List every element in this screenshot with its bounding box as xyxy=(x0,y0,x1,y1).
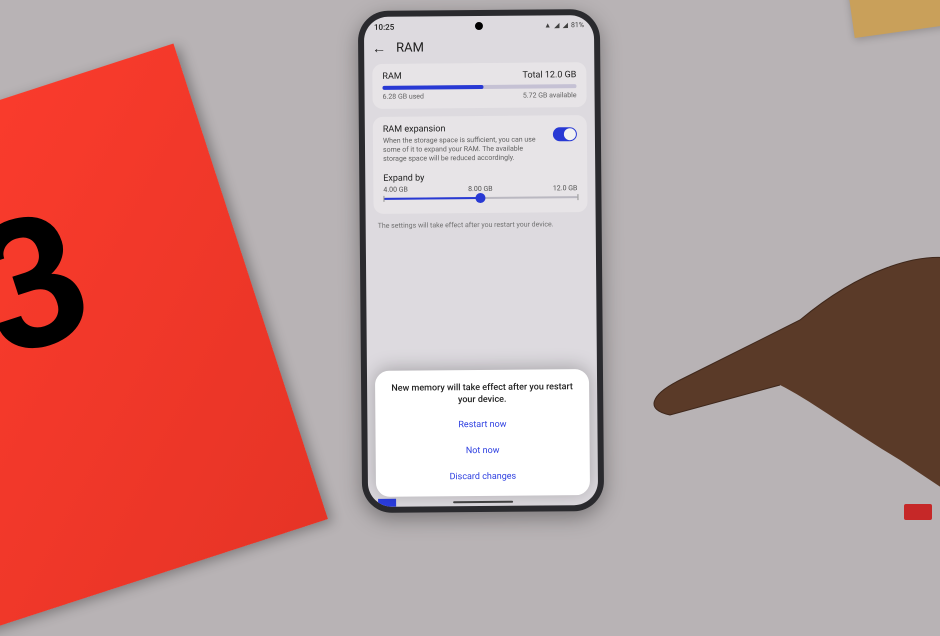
not-now-button[interactable]: Not now xyxy=(386,437,580,465)
slider-thumb[interactable] xyxy=(475,193,485,203)
background-object xyxy=(846,0,940,38)
slider-option-2: 8.00 GB xyxy=(468,185,493,193)
discard-changes-button[interactable]: Discard changes xyxy=(386,463,580,491)
wifi-icon: ▲ xyxy=(544,21,551,29)
signal-icon: ◢ xyxy=(554,21,559,29)
expand-by-label: Expand by xyxy=(383,172,577,184)
ram-usage-card: RAM Total 12.0 GB 6.28 GB used 5.72 GB a… xyxy=(372,62,586,109)
expansion-title: RAM expansion xyxy=(383,123,545,134)
watermark-badge xyxy=(904,504,932,520)
status-time: 10:25 xyxy=(374,22,394,31)
ram-used-label: 6.28 GB used xyxy=(383,92,424,100)
product-box: 3 xyxy=(0,44,328,636)
back-icon[interactable]: ← xyxy=(372,41,386,55)
front-camera xyxy=(475,22,483,30)
slider-tick xyxy=(383,196,384,202)
slider-fill xyxy=(383,197,480,200)
expansion-toggle[interactable] xyxy=(553,127,577,141)
battery-text: 81% xyxy=(571,21,584,29)
ram-total: Total 12.0 GB xyxy=(522,70,576,80)
phone-screen: 10:25 ▲ ◢ ◢ 81% ← RAM RAM Total 12.0 GB xyxy=(364,15,598,507)
expansion-description: When the storage space is sufficient, yo… xyxy=(383,135,545,164)
ram-label: RAM xyxy=(382,72,401,82)
restart-note: The settings will take effect after you … xyxy=(374,220,588,230)
ram-usage-fill xyxy=(382,85,483,90)
page-title: RAM xyxy=(396,40,424,55)
box-number: 3 xyxy=(0,171,105,400)
ram-available-label: 5.72 GB available xyxy=(523,91,577,99)
expand-slider[interactable] xyxy=(383,196,577,200)
restart-dialog: New memory will take effect after you re… xyxy=(375,369,590,497)
hand xyxy=(580,200,940,540)
status-icons: ▲ ◢ ◢ 81% xyxy=(544,21,584,29)
signal-icon: ◢ xyxy=(563,21,568,29)
nav-accent xyxy=(378,499,396,507)
ram-usage-bar xyxy=(382,84,576,90)
slider-tick xyxy=(577,194,578,200)
ram-expansion-card: RAM expansion When the storage space is … xyxy=(373,115,588,214)
phone-frame: 10:25 ▲ ◢ ◢ 81% ← RAM RAM Total 12.0 GB xyxy=(358,9,604,513)
slider-option-1: 4.00 GB xyxy=(383,186,408,194)
dialog-message: New memory will take effect after you re… xyxy=(385,381,579,413)
slider-option-3: 12.0 GB xyxy=(553,184,578,192)
page-header: ← RAM xyxy=(364,35,594,64)
restart-now-button[interactable]: Restart now xyxy=(385,411,579,439)
